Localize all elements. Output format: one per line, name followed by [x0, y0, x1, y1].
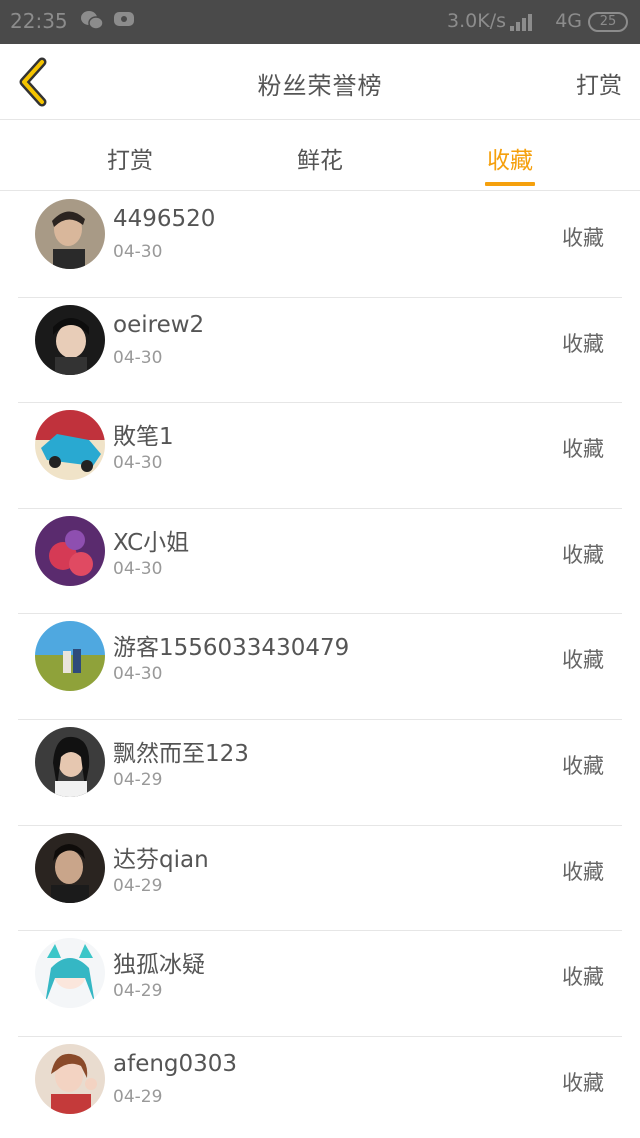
- avatar: [35, 832, 105, 903]
- list-item[interactable]: 达芬qian 04-29 收藏: [0, 826, 640, 932]
- list-item[interactable]: 4496520 04-30 收藏: [0, 192, 640, 298]
- fan-name: 达芬qian: [113, 846, 209, 873]
- list-item[interactable]: oeirew2 04-30 收藏: [0, 298, 640, 404]
- tab-bar: 打赏 鲜花 收藏: [0, 121, 640, 191]
- avatar: [35, 1043, 105, 1114]
- favorite-label: 收藏: [562, 753, 604, 778]
- avatar: [35, 410, 105, 481]
- status-time: 22:35: [10, 9, 68, 33]
- fan-date: 04-30: [113, 347, 163, 368]
- reward-button[interactable]: 打赏: [576, 66, 622, 100]
- favorite-label: 收藏: [562, 331, 604, 356]
- avatar: [35, 726, 105, 797]
- fan-name: oeirew2: [113, 311, 205, 338]
- avatar: [35, 199, 105, 269]
- fan-date: 04-30: [113, 558, 163, 579]
- status-bar: 22:35 3.0K/s 4G 25: [0, 0, 640, 44]
- fan-date: 04-30: [113, 242, 163, 262]
- list-item[interactable]: XC小姐 04-30 收藏: [0, 509, 640, 615]
- favorite-label: 收藏: [562, 965, 604, 990]
- avatar: [35, 304, 105, 375]
- header: 粉丝荣誉榜 打赏: [0, 44, 640, 120]
- favorite-label: 收藏: [562, 542, 604, 567]
- fan-name: 独孤冰疑: [113, 952, 205, 979]
- fan-list: 4496520 04-30 收藏 oeirew2 04-30 收藏 敗笔1 04…: [0, 192, 640, 1138]
- avatar: [35, 621, 105, 692]
- fan-date: 04-30: [113, 664, 163, 685]
- list-item[interactable]: 敗笔1 04-30 收藏: [0, 403, 640, 509]
- fan-date: 04-29: [113, 875, 163, 896]
- fan-date: 04-30: [113, 453, 163, 474]
- list-item[interactable]: 飘然而至123 04-29 收藏: [0, 720, 640, 826]
- list-item[interactable]: 游客1556033430479 04-30 收藏: [0, 614, 640, 720]
- fan-name: 4496520: [113, 206, 216, 232]
- list-item[interactable]: afeng0303 04-29 收藏: [0, 1037, 640, 1138]
- fan-name: XC小姐: [113, 529, 190, 556]
- favorite-label: 收藏: [562, 648, 604, 673]
- fan-name: 敗笔1: [113, 424, 174, 451]
- network-speed: 3.0K/s: [447, 10, 506, 32]
- fan-name: 飘然而至123: [113, 740, 249, 767]
- favorite-label: 收藏: [562, 859, 604, 884]
- favorite-label: 收藏: [562, 437, 604, 462]
- battery-indicator: 25: [588, 12, 628, 32]
- favorite-label: 收藏: [562, 226, 604, 250]
- fan-name: 游客1556033430479: [113, 635, 350, 662]
- fan-date: 04-29: [113, 1086, 163, 1107]
- signal-icon: [510, 12, 536, 36]
- tab-flowers[interactable]: 鲜花: [275, 141, 365, 175]
- chat-bubble-icon: [112, 9, 136, 36]
- fan-date: 04-29: [113, 981, 163, 1002]
- tab-favorites[interactable]: 收藏: [465, 141, 555, 175]
- list-item[interactable]: 独孤冰疑 04-29 收藏: [0, 931, 640, 1037]
- favorite-label: 收藏: [562, 1070, 604, 1095]
- fan-date: 04-29: [113, 769, 163, 790]
- fan-name: afeng0303: [113, 1050, 238, 1077]
- avatar: [35, 515, 105, 586]
- page-title: 粉丝荣誉榜: [257, 72, 383, 100]
- tab-reward[interactable]: 打赏: [85, 141, 175, 175]
- active-tab-indicator: [485, 182, 535, 186]
- wechat-icon: [80, 9, 104, 36]
- network-type: 4G: [555, 10, 582, 32]
- avatar: [35, 938, 105, 1009]
